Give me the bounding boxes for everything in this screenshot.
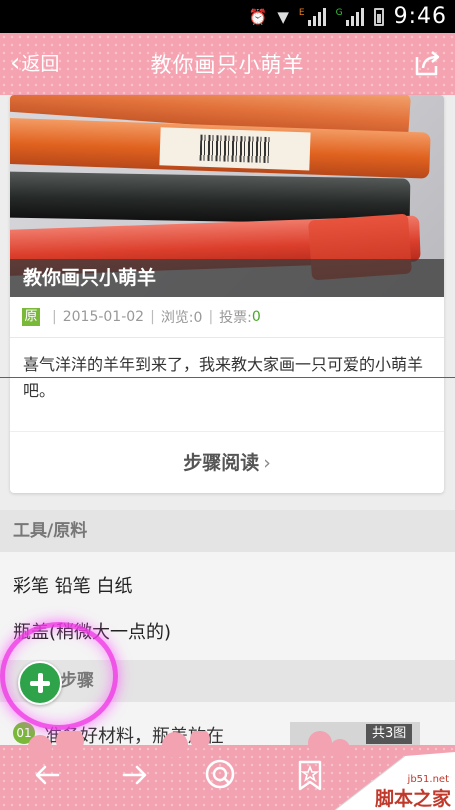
- article-card: 教你画只小萌羊 原 | 2015-01-02 | 浏览:0 | 投票: 0 喜气洋…: [10, 95, 444, 493]
- divider: [10, 431, 444, 432]
- share-icon: [415, 51, 440, 76]
- tools-list: 彩笔 铅笔 白纸 瓶盖(稍微大一点的): [0, 552, 455, 660]
- tools-item-1: 彩笔 铅笔 白纸: [13, 576, 133, 597]
- watermark-brand: 脚本之家: [374, 788, 451, 810]
- back-label: 返回: [21, 53, 60, 75]
- cover-photo[interactable]: 教你画只小萌羊: [10, 95, 444, 297]
- publish-date: 2015-01-02: [62, 309, 145, 325]
- status-bar: ⏰ ▼ E G 9:46: [0, 0, 455, 33]
- chevron-right-icon: ›: [263, 452, 271, 474]
- tools-item-2: 瓶盖(稍微大一点的): [13, 622, 172, 643]
- forward-arrow-icon: [122, 765, 147, 785]
- wifi-icon: ▼: [277, 7, 289, 26]
- nav-back-button[interactable]: [30, 757, 66, 793]
- view-count: 浏览:0: [160, 310, 203, 326]
- divider: [10, 337, 444, 338]
- photo-caption: 教你画只小萌羊: [10, 259, 444, 297]
- read-steps-button[interactable]: 步骤阅读 ›: [10, 443, 444, 483]
- clock: 9:46: [393, 4, 447, 29]
- alarm-icon: ⏰: [248, 7, 268, 26]
- search-icon: [205, 759, 235, 789]
- back-button[interactable]: ‹ 返回: [10, 49, 59, 76]
- app-header: ‹ 返回 教你画只小萌羊: [0, 33, 455, 95]
- back-arrow-icon: [35, 765, 60, 785]
- network-type-1: E: [298, 7, 305, 18]
- read-steps-label: 步骤阅读: [183, 452, 260, 474]
- tools-heading: 工具/原料: [0, 510, 455, 552]
- battery-icon: [373, 7, 384, 26]
- nav-forward-button[interactable]: [116, 757, 152, 793]
- original-badge: 原: [22, 308, 40, 326]
- article-meta: 原 | 2015-01-02 | 浏览:0 | 投票: 0: [22, 305, 261, 329]
- network-type-2: G: [335, 7, 343, 18]
- chevron-left-icon: ‹: [10, 47, 21, 78]
- steps-heading: 步骤: [0, 660, 455, 702]
- red-guide-line: [0, 377, 455, 378]
- cell-signal-1: E: [298, 7, 326, 26]
- add-button[interactable]: [18, 661, 62, 705]
- share-button[interactable]: [411, 47, 443, 79]
- page-title: 教你画只小萌羊: [150, 53, 305, 77]
- cell-signal-2: G: [335, 7, 364, 26]
- article-description: 喜气洋洋的羊年到来了，我来教大家画一只可爱的小萌羊吧。: [23, 355, 424, 400]
- nav-bookmark-button[interactable]: [292, 757, 328, 793]
- votes-value: 0: [251, 309, 261, 325]
- nav-search-button[interactable]: [202, 757, 238, 793]
- watermark: jb51.net 脚本之家: [335, 752, 455, 810]
- votes-label: 投票:: [219, 310, 252, 326]
- bookmark-star-icon: [298, 760, 322, 791]
